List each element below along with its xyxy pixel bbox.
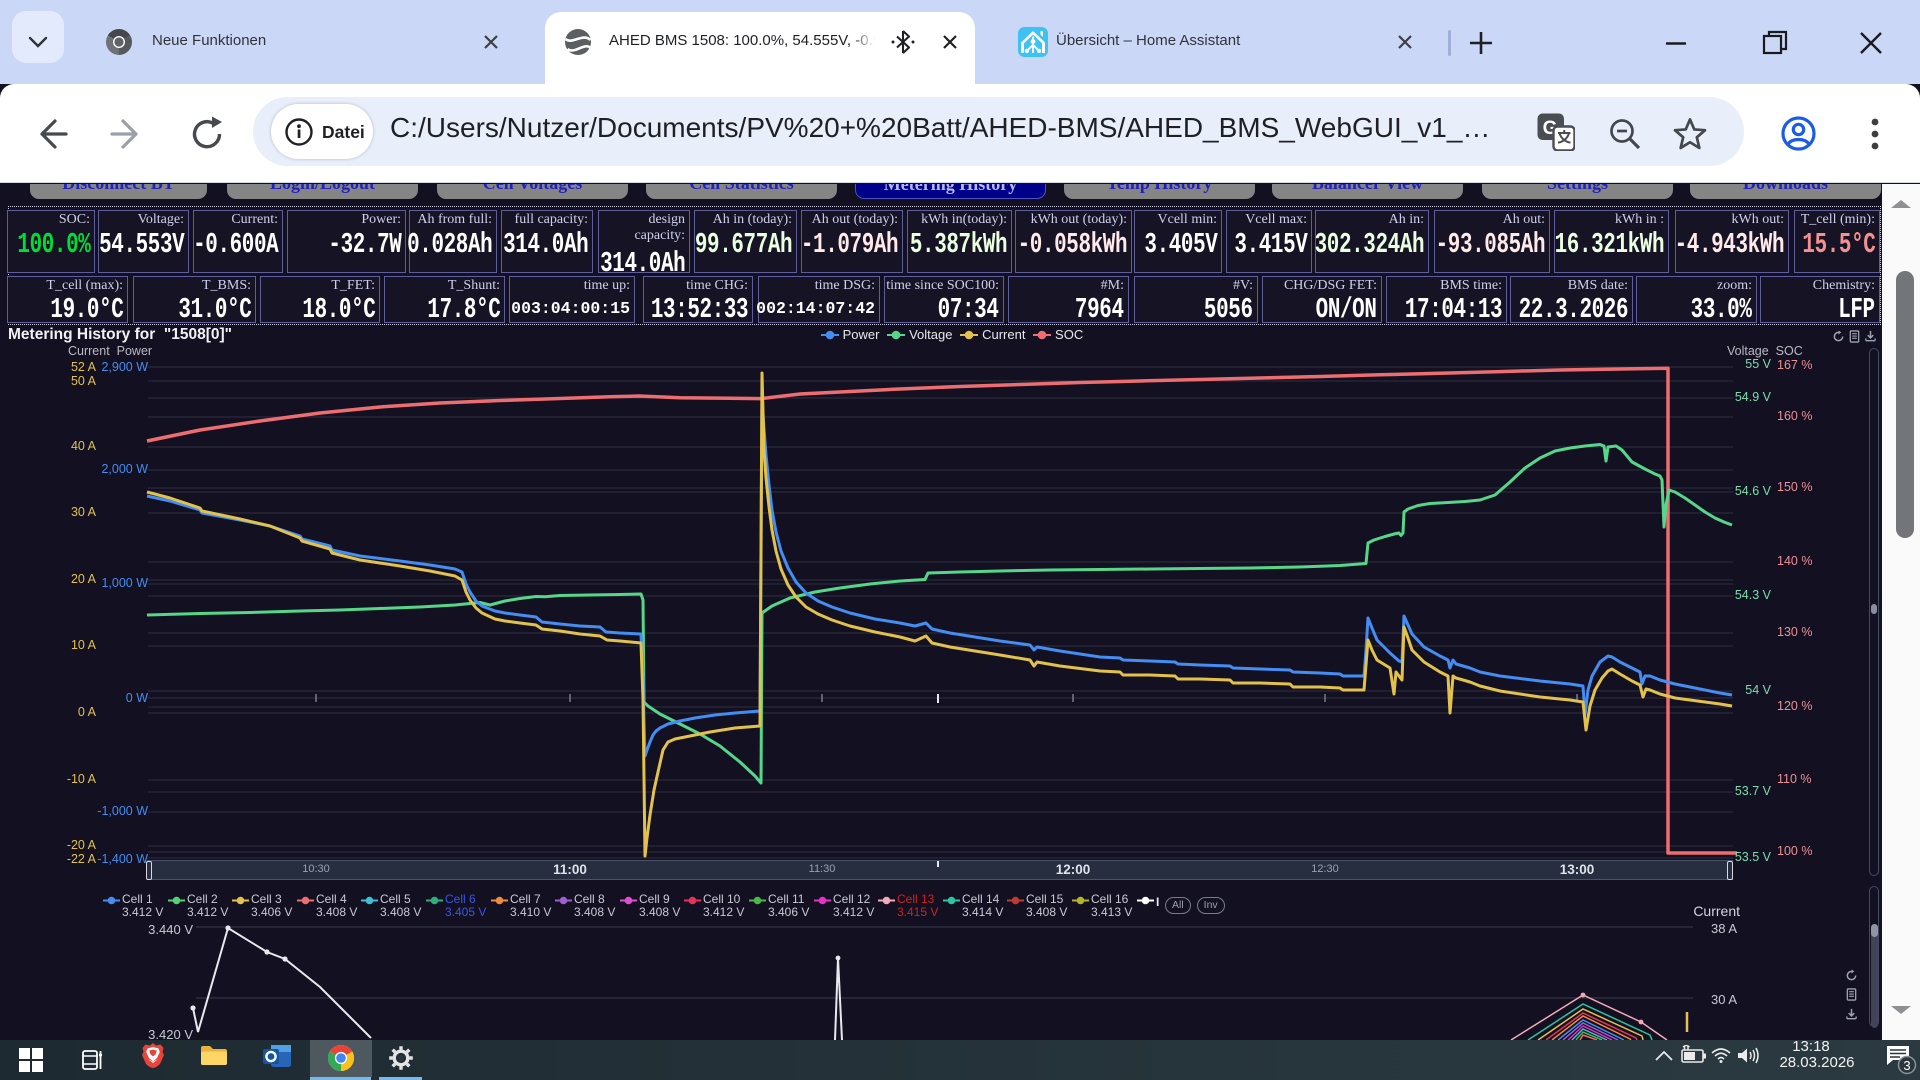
svg-text:3: 3 xyxy=(1903,1058,1910,1073)
